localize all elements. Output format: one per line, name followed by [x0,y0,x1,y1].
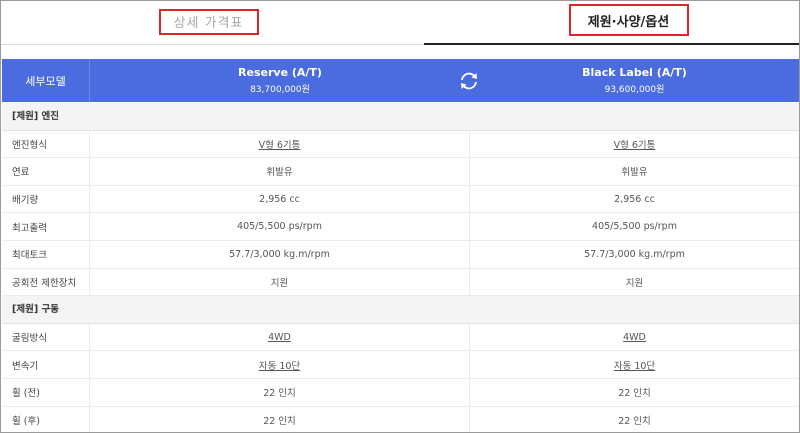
spec-value-model-b-cell: 4WD [470,324,799,351]
spec-value-model-b-cell: 22 인치 [470,379,799,406]
spec-value-model-a-cell: 4WD [90,323,470,351]
spec-value-model-a-cell: 자동 10단 [90,351,470,378]
spec-value-model-a-cell: 57.7/3,000 kg.m/rpm [90,240,470,268]
spec-row: 엔진형식 V형 6기통 V형 6기통 [2,130,799,159]
spec-value: 22 인치 [263,415,296,427]
tab-highlight-box: 제원·사양/옵션 [568,4,689,36]
spec-label: 변속기 [2,351,90,378]
spec-row: 연료 휘발유 휘발유 [2,158,799,186]
spec-value-model-b-cell: 자동 10단 [470,351,799,378]
spec-value: 405/5,500 ps/rpm [237,221,322,233]
spec-value: 57.7/3,000 kg.m/rpm [229,248,330,260]
section-title: [제원] 구동 [12,304,59,316]
model-b-price: 93,600,000원 [604,85,665,95]
spec-value-model-b-cell: 휘발유 [470,158,799,185]
spec-value: 휘발유 [266,167,293,179]
model-b-column-header: Black Label (A/T) 93,600,000원 [470,59,799,102]
spec-value-model-a-cell: 2,956 cc [90,185,470,213]
spec-value-model-a-cell: 22 인치 [90,378,470,406]
spec-value: 57.7/3,000 kg.m/rpm [584,248,685,260]
spec-value: 지원 [625,277,644,289]
spec-label: 최대토크 [2,240,90,268]
spec-value-model-b-cell: 2,956 cc [470,186,799,213]
spec-label: 연료 [2,158,90,185]
spec-value-model-a-cell: V형 6기통 [90,130,470,158]
spec-comparison-panel: 상세 가격표 제원·사양/옵션 세부모델 Reserve (A/T) 83,70… [0,0,800,433]
spec-value: 22 인치 [263,388,296,400]
spec-value: 22 인치 [618,388,651,400]
model-b-name: Black Label (A/T) [582,66,687,79]
spec-row: 최고출력 405/5,500 ps/rpm 405/5,500 ps/rpm [2,213,799,241]
spec-label: 최고출력 [2,213,90,240]
tab-highlight-box: 상세 가격표 [158,8,259,35]
spec-value-model-a-cell: 지원 [90,268,470,296]
spec-label: 엔진형식 [2,130,90,158]
spec-value-model-b-cell: 405/5,500 ps/rpm [470,213,799,240]
spec-row: 변속기 자동 10단 자동 10단 [2,351,799,379]
model-header-bar: 세부모델 Reserve (A/T) 83,700,000원 Black Lab… [2,59,799,102]
spec-label: 배기량 [2,185,90,213]
spec-row: 공회전 제한장치 지원 지원 [2,268,799,297]
spec-value-model-a-cell: 휘발유 [90,158,470,185]
section-title: [제원] 엔진 [12,111,59,122]
spec-value-link[interactable]: 자동 10단 [614,358,655,372]
tab-specs-options[interactable]: 제원·사양/옵션 [424,1,799,45]
model-a-column-header: Reserve (A/T) 83,700,000원 [90,59,470,102]
spec-value-link[interactable]: 4WD [623,332,646,343]
spec-value-link[interactable]: V형 6기통 [259,137,301,151]
spec-label: 휠 (전) [2,378,90,406]
spec-row: 굴림방식 4WD 4WD [2,323,799,352]
section-header-row: [제원] 엔진 [2,103,799,131]
detail-model-heading: 세부모델 [2,59,90,102]
spec-value-model-b-cell: 57.7/3,000 kg.m/rpm [470,241,799,268]
spec-value: 휘발유 [621,167,648,179]
spec-value: 2,956 cc [259,193,300,205]
section-header-row: [제원] 구동 [2,296,799,324]
spec-row: 휠 (후) 22 인치 22 인치 [2,406,799,432]
spec-row: 배기량 2,956 cc 2,956 cc [2,185,799,214]
spec-value: 지원 [270,277,289,289]
spec-value-model-b-cell: 지원 [470,269,799,296]
tab-detail-price-label: 상세 가격표 [173,16,244,31]
refresh-icon[interactable] [458,71,480,91]
spec-label: 굴림방식 [2,323,90,351]
spec-value: 22 인치 [618,415,651,427]
spec-value-link[interactable]: 4WD [268,332,291,343]
spec-value: 2,956 cc [614,193,655,205]
tab-detail-price[interactable]: 상세 가격표 [1,1,424,45]
model-a-name: Reserve (A/T) [238,66,322,79]
spec-label: 휠 (후) [2,406,90,432]
spec-table: [제원] 엔진엔진형식 V형 6기통 V형 6기통연료 휘발유 휘발유배기량 2,956 … [2,103,799,432]
spec-value: 405/5,500 ps/rpm [592,221,677,233]
model-a-price: 83,700,000원 [250,85,310,95]
spec-row: 최대토크 57.7/3,000 kg.m/rpm 57.7/3,000 kg.m/r… [2,240,799,269]
tab-bar: 상세 가격표 제원·사양/옵션 [1,1,799,45]
spec-value-link[interactable]: V형 6기통 [614,137,656,151]
spec-row: 휠 (전) 22 인치 22 인치 [2,378,799,407]
spec-value-model-b-cell: V형 6기통 [470,131,799,158]
spec-label: 공회전 제한장치 [2,268,90,296]
spec-value-link[interactable]: 자동 10단 [259,358,300,372]
spec-value-model-a-cell: 405/5,500 ps/rpm [90,213,470,240]
tab-specs-options-label: 제원·사양/옵션 [587,14,670,30]
spec-value-model-b-cell: 22 인치 [470,407,799,432]
spec-value-model-a-cell: 22 인치 [90,406,470,432]
